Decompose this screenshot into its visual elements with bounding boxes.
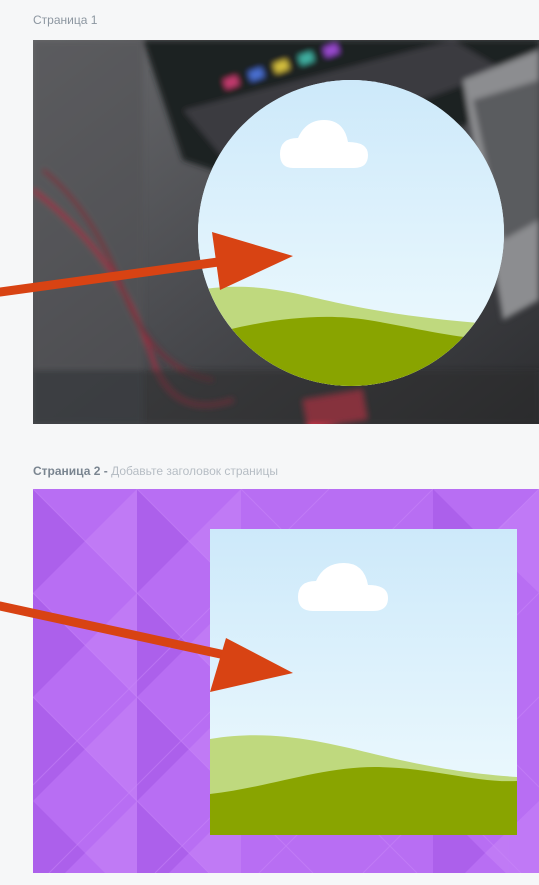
page-2-canvas[interactable]	[33, 489, 539, 873]
page-2-title: Страница 2	[33, 464, 101, 478]
page-1-title: Страница 1	[33, 13, 98, 27]
page-2-separator: -	[100, 464, 112, 478]
page-2-label: Страница 2 - Добавьте заголовок страницы	[33, 463, 278, 479]
circle-image-frame[interactable]	[198, 80, 504, 386]
square-image-frame[interactable]	[210, 529, 517, 835]
placeholder-landscape-image-2	[210, 529, 517, 835]
page-1-label: Страница 1	[33, 12, 97, 28]
editor-workspace: Страница 1 Страница 2 - Добавьте заголов…	[0, 0, 539, 885]
placeholder-landscape-image	[198, 80, 504, 386]
page-1-canvas[interactable]	[33, 40, 539, 424]
add-page-title-link[interactable]: Добавьте заголовок страницы	[111, 464, 278, 478]
